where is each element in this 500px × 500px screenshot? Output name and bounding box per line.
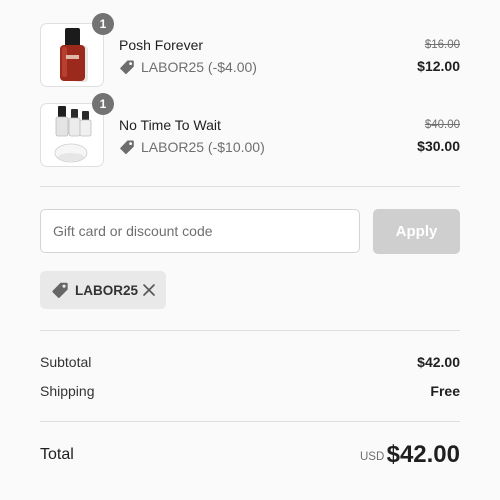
shipping-value: Free: [430, 383, 460, 399]
product-name: Posh Forever: [119, 37, 204, 53]
product-discount: LABOR25 (-$4.00): [119, 59, 257, 75]
discounted-price: $12.00: [417, 58, 460, 74]
total-label: Total: [40, 446, 74, 463]
product-name: No Time To Wait: [119, 117, 221, 133]
currency-code: USD: [360, 451, 385, 463]
original-price: $40.00: [424, 119, 460, 131]
line-item: 1 Posh Forever LABOR25 (-$4.00) $16.00 $…: [40, 13, 460, 89]
discount-label: LABOR25 (-$4.00): [141, 59, 257, 75]
order-summary: 1 Posh Forever LABOR25 (-$4.00) $16.00 $…: [0, 0, 500, 500]
quantity-badge: 1: [92, 13, 114, 35]
product-discount: LABOR25 (-$10.00): [119, 139, 265, 155]
quantity-badge: 1: [92, 93, 114, 115]
discount-label: LABOR25 (-$10.00): [141, 139, 265, 155]
tag-icon: [120, 60, 134, 75]
original-price: $16.00: [424, 39, 460, 51]
discount-code-input[interactable]: [40, 209, 360, 253]
divider: [40, 186, 460, 187]
discount-code-label: LABOR25: [75, 282, 139, 298]
shipping-label: Shipping: [40, 383, 95, 399]
product-image-no-time-to-wait: 1: [40, 93, 114, 167]
divider: [40, 421, 460, 422]
discounted-price: $30.00: [417, 138, 460, 154]
apply-button[interactable]: Apply: [373, 209, 460, 254]
applied-discount-chip: LABOR25: [40, 271, 166, 309]
product-image-posh-forever: 1: [40, 13, 114, 87]
line-item: 1 No Time To Wait LABOR25 (-$10.00) $40.…: [40, 93, 460, 169]
tag-icon: [52, 282, 68, 298]
subtotal-value: $42.00: [417, 354, 460, 370]
total-amount: $42.00: [386, 441, 460, 468]
close-icon[interactable]: [141, 282, 157, 298]
tag-icon: [120, 140, 134, 155]
subtotal-label: Subtotal: [40, 354, 92, 370]
divider: [40, 330, 460, 331]
